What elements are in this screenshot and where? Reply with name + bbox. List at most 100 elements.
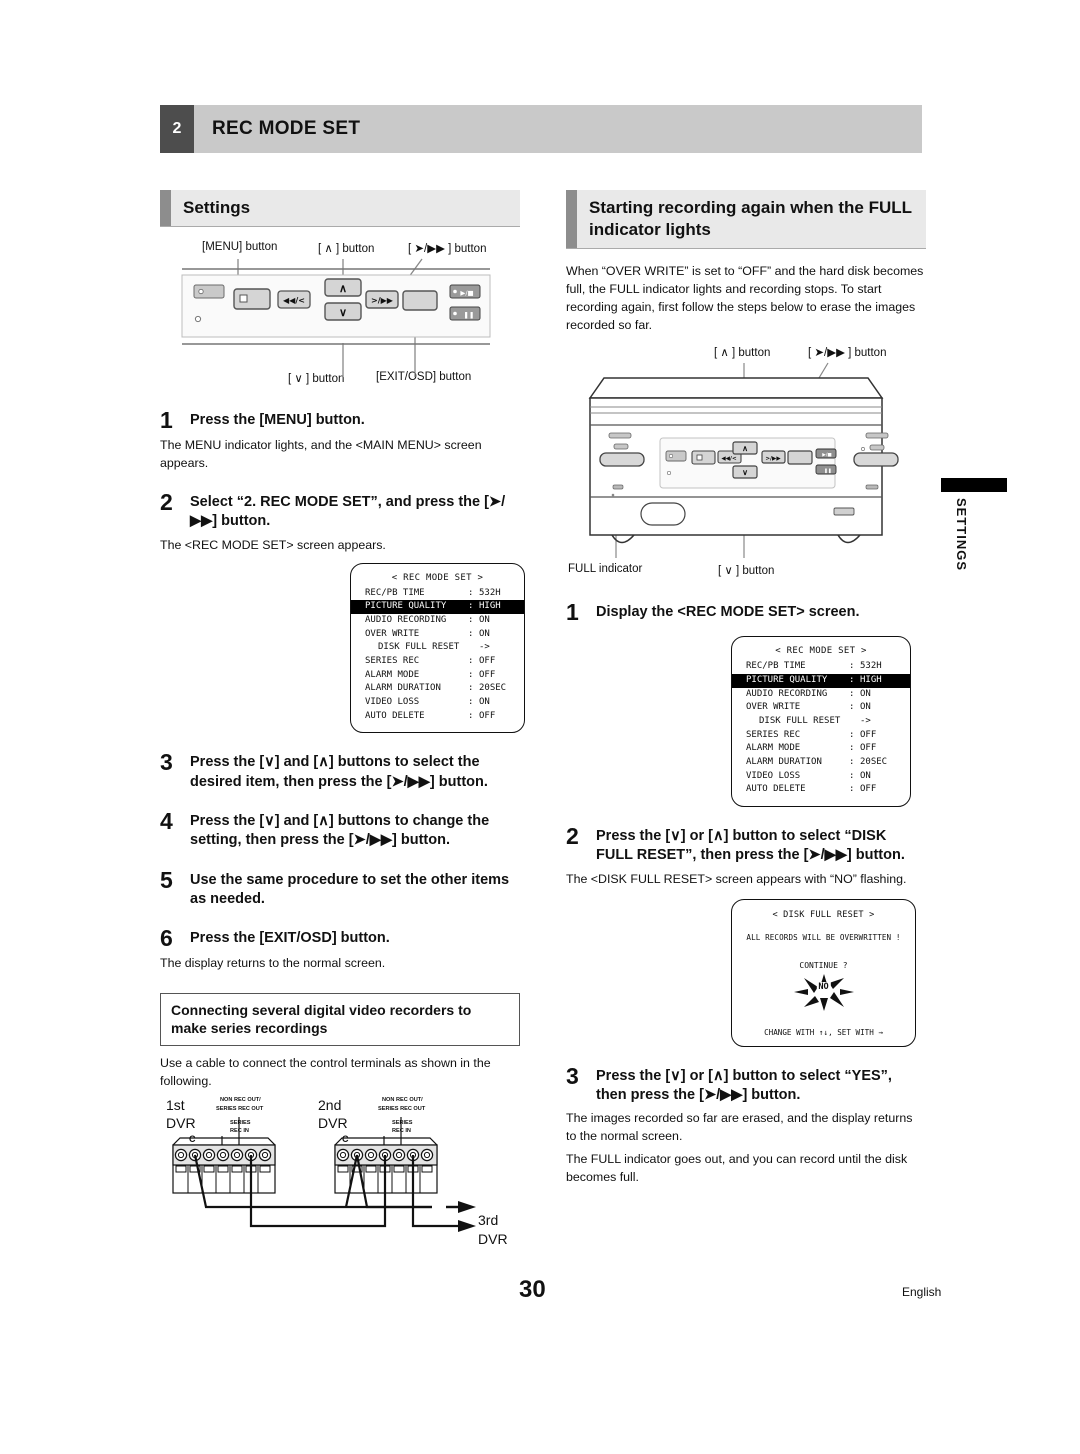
osd-row-separator: : [468,683,474,694]
osd-row-separator: : [849,729,855,740]
svg-text:∨: ∨ [742,468,748,477]
osd-row-label: SERIES REC [746,729,801,740]
osd-menu-row[interactable]: PICTURE QUALITY: HIGH [732,673,910,688]
osd-row-label: AUTO DELETE [365,710,425,721]
step-number: 2 [160,489,173,516]
osd-row-value: 532H [860,661,882,672]
osd-row-separator: : [468,615,474,626]
osd-row-value: OFF [479,710,496,721]
osd-row-value: 20SEC [860,756,888,767]
osd-row-label: DISK FULL RESET [759,715,841,726]
svg-text:◀◀/<: ◀◀/< [283,296,305,305]
osd-row-separator: : [468,697,474,708]
language-label: English [902,1285,942,1299]
osd-row-separator: : [849,756,855,767]
osd-row-value: 532H [479,587,501,598]
step-number: 3 [160,749,173,776]
full-indicator-section-banner: Starting recording again when the FULL i… [566,190,926,250]
dvr-front-view-diagram: [ ∧ ] button [ ➤/▶▶ ] button FULL indica… [566,345,926,583]
osd-row-separator: : [849,702,855,713]
svg-text:∧: ∧ [742,444,748,453]
osd-row-label: ALARM DURATION [746,756,822,767]
osd-row-value: ON [479,615,490,626]
osd-menu-row[interactable]: SERIES REC: OFF [732,729,910,743]
osd-menu-row[interactable]: AUDIO RECORDING: ON [732,688,910,702]
step-number: 6 [160,925,173,952]
osd-row-separator: : [849,770,855,781]
osd-row-value: ON [860,688,871,699]
osd-title: < REC MODE SET > [391,572,484,583]
left-step-5: 5 Use the same procedure to set the othe… [160,868,520,910]
right-step-2-detail: The <DISK FULL RESET> screen appears wit… [566,871,907,886]
osd-row-value: ON [860,702,871,713]
osd-row-separator [468,641,479,655]
side-tab-label: SETTINGS [954,498,969,572]
chapter-header: 2 REC MODE SET [160,105,922,153]
osd-row-value: -> [860,715,871,726]
osd-row-label: ALARM MODE [365,669,420,680]
step-text: Press the [∨] or [∧] button to select “D… [596,827,905,864]
terminal-wiring-diagram: 1st DVR 2nd DVR 3rd DVR NON REC OUT/ SER… [160,1095,520,1265]
osd-menu-row[interactable]: ALARM MODE: OFF [732,742,910,756]
osd-row-label: VIDEO LOSS [365,697,420,708]
osd-dfr-footer: CHANGE WITH ↑↓, SET WITH → [764,1027,883,1037]
osd-menu-row[interactable]: PICTURE QUALITY: HIGH [351,600,524,615]
osd-row-value: OFF [860,729,877,740]
osd-menu-row[interactable]: ALARM DURATION:20SEC [732,756,910,770]
svg-text:❚❚: ❚❚ [824,468,832,474]
osd-menu-row[interactable]: DISK FULL RESET -> [732,715,910,729]
svg-text:❚❚: ❚❚ [464,311,475,319]
osd-row-label: AUDIO RECORDING [746,688,828,699]
osd-menu-row[interactable]: OVER WRITE: ON [732,701,910,715]
front-panel-closeup-diagram: [MENU] button [ ∧ ] button [ ➤/▶▶ ] butt… [160,241,520,391]
osd-row-label: REC/PB TIME [365,587,425,598]
svg-text:∧: ∧ [339,283,347,295]
osd-row-separator: : [849,784,855,795]
osd-row-separator: : [468,656,474,667]
left-column: Settings [MENU] button [ ∧ ] button [ ➤/… [160,190,525,1265]
osd-row-label: AUTO DELETE [746,784,806,795]
osd-menu-row[interactable]: ALARM DURATION:20SEC [351,682,524,696]
osd-rows: REC/PB TIME:532H PICTURE QUALITY: HIGH AUDI… [732,660,910,797]
step-text: Display the <REC MODE SET> screen. [596,604,860,621]
osd-menu-row[interactable]: VIDEO LOSS: ON [351,696,524,710]
osd-row-value: OFF [860,743,877,754]
osd-menu-row[interactable]: AUTO DELETE: OFF [351,710,524,724]
svg-text:>/▶▶: >/▶▶ [765,456,781,462]
osd-row-value: OFF [479,656,496,667]
left-step-1-detail: The MENU indicator lights, and the <MAIN… [160,438,482,471]
series-recording-callout: Connecting several digital video recorde… [160,993,520,1046]
osd-row-label: ALARM MODE [746,743,801,754]
right-step-2: 2 Press the [∨] or [∧] button to select … [566,824,926,866]
osd-row-separator: : [849,674,855,685]
side-tab-block [941,478,1007,492]
step-number: 5 [160,866,173,893]
left-step-3: 3 Press the [∨] and [∧] buttons to selec… [160,750,520,792]
settings-section-title: Settings [183,198,251,217]
right-step-3-detail-2: The FULL indicator goes out, and you can… [566,1152,908,1185]
osd-dfr-selection[interactable]: NO [816,981,831,992]
osd-menu-row[interactable]: DISK FULL RESET -> [351,641,524,655]
osd-menu-row[interactable]: REC/PB TIME:532H [732,660,910,674]
page-number: 30 [519,1276,546,1303]
step-text: Select “2. REC MODE SET”, and press the … [190,494,506,530]
settings-section-banner: Settings [160,190,520,228]
step-number: 4 [160,808,173,835]
osd-menu-row[interactable]: OVER WRITE: ON [351,628,524,642]
step-number: 1 [160,407,173,434]
osd-menu-row[interactable]: ALARM MODE: OFF [351,669,524,683]
osd-menu-row[interactable]: SERIES REC: OFF [351,655,524,669]
full-indicator-intro: When “OVER WRITE” is set to “OFF” and th… [566,264,924,333]
osd-menu-row[interactable]: VIDEO LOSS: ON [732,770,910,784]
right-step-1: 1 Display the <REC MODE SET> screen. [566,600,926,624]
osd-row-separator: : [849,688,855,699]
osd-menu-row[interactable]: AUDIO RECORDING: ON [351,614,524,628]
osd-rec-mode-set-right: < REC MODE SET > REC/PB TIME:532H PICTURE… [731,636,911,807]
step-text: Use the same procedure to set the other … [190,871,510,907]
osd-menu-row[interactable]: AUTO DELETE: OFF [732,783,910,797]
osd-row-separator [849,715,860,729]
osd-row-value: 20SEC [479,683,507,694]
left-step-2-detail: The <REC MODE SET> screen appears. [160,537,386,552]
osd-menu-row[interactable]: REC/PB TIME:532H [351,587,524,601]
osd-row-separator: : [468,601,474,612]
